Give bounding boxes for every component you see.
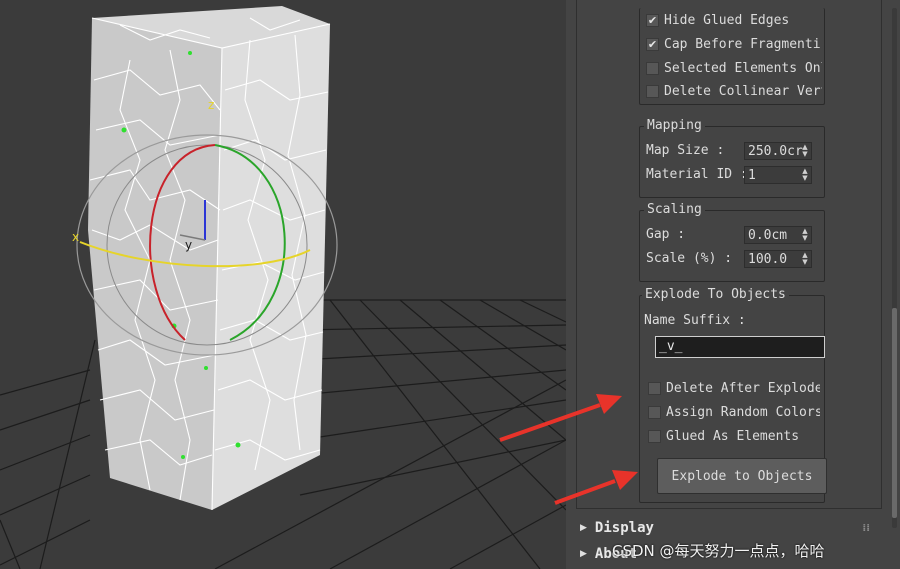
checkbox-box[interactable]: ✔ xyxy=(646,13,659,27)
checkbox-box[interactable] xyxy=(648,405,661,419)
explode-group-title: Explode To Objects xyxy=(642,288,789,302)
checkbox-label: Glued As Elements xyxy=(666,428,800,444)
glued-as-elements-checkbox[interactable]: Glued As Elements xyxy=(648,426,820,446)
scaling-group-title: Scaling xyxy=(644,203,705,217)
checkbox-label: Cap Before Fragmentir xyxy=(664,36,822,52)
spinner-arrows-icon[interactable]: ▲ ▼ xyxy=(801,168,809,182)
checkbox-box[interactable]: ✔ xyxy=(646,37,659,51)
viewport[interactable]: z y x xyxy=(0,0,566,569)
material-id-value: 1 xyxy=(748,167,756,183)
checkbox-label: Delete After Explode xyxy=(666,380,820,396)
delete-after-explode-checkbox[interactable]: Delete After Explode xyxy=(648,378,820,398)
fracture-rollout: ✔ Hide Glued Edges ✔ Cap Before Fragment… xyxy=(576,0,882,509)
scaling-group: Scaling Gap : 0.0cm ▲ ▼ Scale (%) : 100.0… xyxy=(639,203,825,282)
fractured-column[interactable] xyxy=(88,6,331,511)
checkbox-box[interactable] xyxy=(646,61,659,75)
expand-arrow-icon: ▶ xyxy=(580,549,587,559)
display-rollout-header[interactable]: ▶ Display ⁞⁞ xyxy=(576,517,880,539)
spinner-arrows-icon[interactable]: ▲ ▼ xyxy=(801,252,809,266)
watermark-text: CSDN @每天努力一点点，哈哈 xyxy=(612,542,825,560)
cap-before-fragmenting-checkbox[interactable]: ✔ Cap Before Fragmentir xyxy=(646,34,822,54)
name-suffix-input[interactable]: _v_ xyxy=(655,336,825,358)
gizmo-x-axis-label: x xyxy=(72,230,80,244)
checkbox-label: Selected Elements Onl xyxy=(664,60,822,76)
checkbox-box[interactable] xyxy=(648,381,661,395)
spinner-arrows-icon[interactable]: ▲ ▼ xyxy=(801,228,809,242)
gizmo-z-axis-label: z xyxy=(208,98,215,112)
scale-percent-label: Scale (%) : xyxy=(646,250,733,266)
delete-collinear-verts-checkbox[interactable]: Delete Collinear Vert xyxy=(646,81,822,101)
explode-to-objects-button[interactable]: Explode to Objects xyxy=(657,458,827,494)
scrollbar-thumb[interactable] xyxy=(892,308,897,518)
map-size-value: 250.0cr xyxy=(748,143,803,159)
map-size-label: Map Size : xyxy=(646,142,725,158)
mapping-group-title: Mapping xyxy=(644,119,705,133)
assign-random-colors-checkbox[interactable]: Assign Random Colors xyxy=(648,402,820,422)
gap-label: Gap : xyxy=(646,226,686,242)
gizmo-y-axis-label: y xyxy=(185,238,193,252)
checkbox-box[interactable] xyxy=(648,429,661,443)
selected-elements-only-checkbox[interactable]: Selected Elements Onl xyxy=(646,58,822,78)
checkbox-label: Hide Glued Edges xyxy=(664,12,790,28)
scale-percent-spinner[interactable]: 100.0 ▲ ▼ xyxy=(744,250,812,268)
gap-value: 0.0cm xyxy=(748,227,788,243)
options-group: ✔ Hide Glued Edges ✔ Cap Before Fragment… xyxy=(639,8,825,105)
spinner-arrows-icon[interactable]: ▲ ▼ xyxy=(801,144,809,158)
gap-spinner[interactable]: 0.0cm ▲ ▼ xyxy=(744,226,812,244)
map-size-spinner[interactable]: 250.0cr ▲ ▼ xyxy=(744,142,812,160)
expand-arrow-icon: ▶ xyxy=(580,523,587,533)
name-suffix-label: Name Suffix : xyxy=(644,312,746,328)
checkbox-label: Assign Random Colors xyxy=(666,404,820,420)
mapping-group: Mapping Map Size : 250.0cr ▲ ▼ Material I… xyxy=(639,119,825,198)
rollout-grip-icon: ⁞⁞ xyxy=(862,522,870,534)
checkbox-label: Delete Collinear Vert xyxy=(664,83,822,99)
command-panel: ▪▪▪▪▪▪▪▪ ✔ Hide Glued Edges ✔ Cap Before… xyxy=(566,0,900,569)
scale-percent-value: 100.0 xyxy=(748,251,788,267)
panel-scrollbar[interactable] xyxy=(892,8,897,528)
material-id-spinner[interactable]: 1 ▲ ▼ xyxy=(744,166,812,184)
rollout-label: Display xyxy=(594,520,654,536)
material-id-label: Material ID : xyxy=(646,166,748,182)
checkbox-box[interactable] xyxy=(646,84,659,98)
hide-glued-edges-checkbox[interactable]: ✔ Hide Glued Edges xyxy=(646,10,822,30)
viewport-scene[interactable] xyxy=(0,0,566,569)
